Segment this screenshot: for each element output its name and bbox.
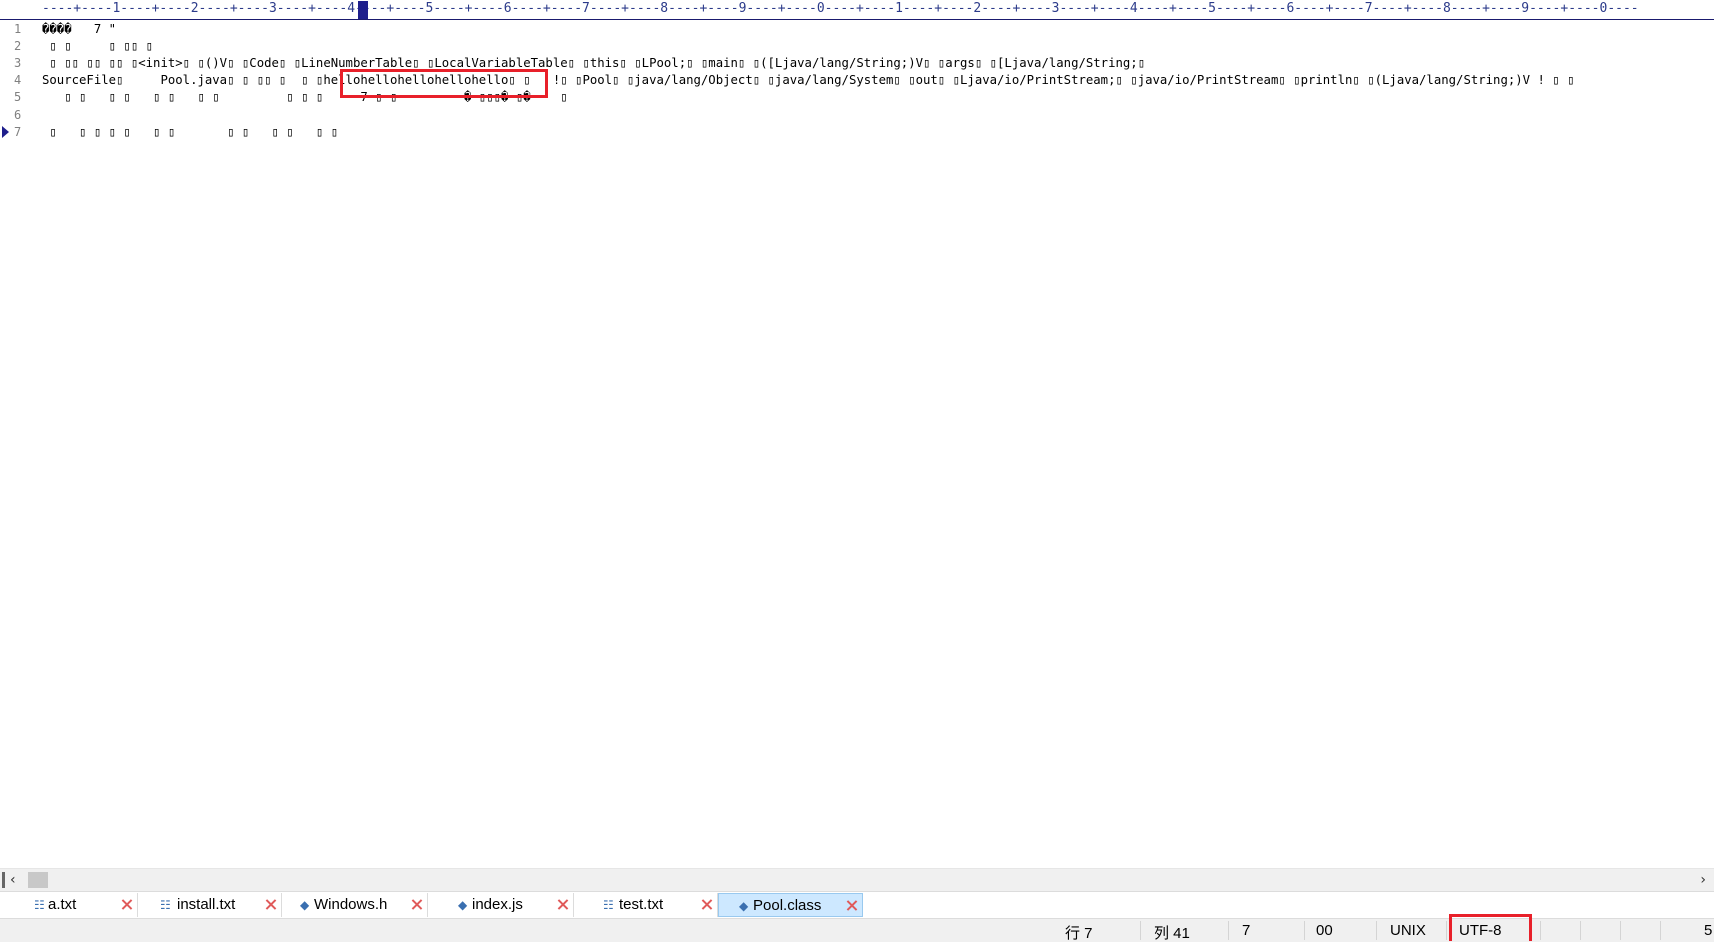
status-divider bbox=[1660, 921, 1661, 940]
line-text[interactable]: SourceFile▯ Pool.java▯ ▯ ▯▯ ▯ ▯ ▯hellohe… bbox=[42, 71, 1575, 89]
encoding-annotation-box bbox=[1449, 914, 1532, 941]
status-divider bbox=[1620, 921, 1621, 940]
status-divider bbox=[1580, 921, 1581, 940]
tab-a-txt[interactable]: ☷ a.txt bbox=[24, 893, 138, 917]
close-tab-icon[interactable] bbox=[556, 898, 569, 911]
current-line-marker-icon bbox=[2, 126, 9, 138]
tab-label: Windows.h bbox=[314, 896, 388, 913]
line-number: 3 bbox=[14, 56, 22, 70]
status-hex-value: 00 bbox=[1316, 922, 1333, 939]
ruler-caret-marker bbox=[358, 1, 368, 19]
column-ruler: ----+----1----+----2----+----3----+----4… bbox=[0, 0, 1714, 20]
tab-label: Pool.class bbox=[753, 897, 822, 914]
text-editor[interactable]: 1 ���� 7 " 2 ▯ ▯ ▯ ▯▯ ▯ 3 ▯ ▯▯ ▯▯ ▯▯ ▯<i… bbox=[0, 20, 1714, 868]
close-tab-icon[interactable] bbox=[410, 898, 423, 911]
tab-windows-h[interactable]: ◆ Windows.h bbox=[292, 893, 428, 917]
status-line-ending[interactable]: UNIX bbox=[1390, 922, 1426, 939]
line-number: 5 bbox=[14, 90, 22, 104]
tab-label: index.js bbox=[472, 896, 523, 913]
status-divider bbox=[1540, 921, 1541, 940]
horizontal-scrollbar[interactable]: ‹ › bbox=[0, 868, 1714, 891]
status-column: 列 41 bbox=[1154, 925, 1190, 942]
line-number: 7 bbox=[14, 125, 22, 139]
editor-line: 4 SourceFile▯ Pool.java▯ ▯ ▯▯ ▯ ▯ ▯hello… bbox=[0, 71, 1714, 89]
highlight-annotation-box bbox=[340, 69, 548, 98]
editor-line: 6 bbox=[0, 106, 1714, 124]
scroll-thumb[interactable] bbox=[28, 872, 48, 888]
editor-line: 2 ▯ ▯ ▯ ▯▯ ▯ bbox=[0, 37, 1714, 55]
editor-line-current: 7 ▯ ▯ ▯ ▯ ▯ ▯ ▯ ▯ ▯ ▯ ▯ ▯ ▯ bbox=[0, 123, 1714, 141]
close-tab-icon[interactable] bbox=[120, 898, 133, 911]
line-number: 2 bbox=[14, 39, 22, 53]
line-text[interactable]: ▯ ▯ ▯ ▯▯ ▯ bbox=[42, 37, 153, 55]
line-number: 6 bbox=[14, 108, 22, 122]
scroll-right-arrow-icon[interactable]: › bbox=[1700, 872, 1706, 888]
line-text[interactable]: ���� 7 " bbox=[42, 20, 116, 38]
text-file-icon: ☷ bbox=[160, 898, 171, 912]
status-divider bbox=[1304, 921, 1305, 940]
text-file-icon: ☷ bbox=[34, 898, 45, 912]
code-file-icon: ◆ bbox=[458, 898, 468, 912]
close-tab-icon[interactable] bbox=[700, 898, 713, 911]
editor-line: 1 ���� 7 " bbox=[0, 20, 1714, 38]
tab-pool-class[interactable]: ◆ Pool.class bbox=[718, 893, 863, 917]
tab-test-txt[interactable]: ☷ test.txt bbox=[594, 893, 718, 917]
line-number: 1 bbox=[14, 22, 22, 36]
line-text[interactable]: ▯ ▯▯ ▯▯ ▯▯ ▯<init>▯ ▯()V▯ ▯Code▯ ▯LineNu… bbox=[42, 54, 1145, 72]
text-file-icon: ☷ bbox=[603, 898, 614, 912]
ruler-scale: ----+----1----+----2----+----3----+----4… bbox=[42, 1, 1639, 16]
close-tab-icon[interactable] bbox=[845, 899, 858, 912]
line-text[interactable]: ▯ ▯ ▯ ▯ ▯ ▯ ▯ ▯ ▯ ▯ ▯ ▯ ▯ bbox=[42, 123, 338, 141]
close-tab-icon[interactable] bbox=[264, 898, 277, 911]
tab-index-js[interactable]: ◆ index.js bbox=[450, 893, 574, 917]
tab-label: a.txt bbox=[48, 896, 77, 913]
tab-label: test.txt bbox=[619, 896, 664, 913]
status-divider bbox=[1140, 921, 1141, 940]
code-file-icon: ◆ bbox=[739, 899, 749, 913]
status-line: 行 7 bbox=[1065, 925, 1093, 942]
status-divider bbox=[1376, 921, 1377, 940]
editor-line: 3 ▯ ▯▯ ▯▯ ▯▯ ▯<init>▯ ▯()V▯ ▯Code▯ ▯Line… bbox=[0, 54, 1714, 72]
line-number: 4 bbox=[14, 73, 22, 87]
status-divider bbox=[1446, 921, 1447, 940]
tab-label: install.txt bbox=[177, 896, 236, 913]
scroll-edge-marker bbox=[2, 872, 5, 888]
scroll-left-arrow-icon[interactable]: ‹ bbox=[10, 872, 16, 888]
tab-install-txt[interactable]: ☷ install.txt bbox=[150, 893, 282, 917]
code-file-icon: ◆ bbox=[300, 898, 310, 912]
status-extra: 5 bbox=[1704, 922, 1713, 939]
editor-line: 5 ▯ ▯ ▯ ▯ ▯ ▯ ▯ ▯ ▯ ▯ ▯ 7 ▯ ▯ � ▯▯▯� ▯� … bbox=[0, 88, 1714, 106]
status-divider bbox=[1228, 921, 1229, 940]
status-char-value: 7 bbox=[1242, 922, 1251, 939]
